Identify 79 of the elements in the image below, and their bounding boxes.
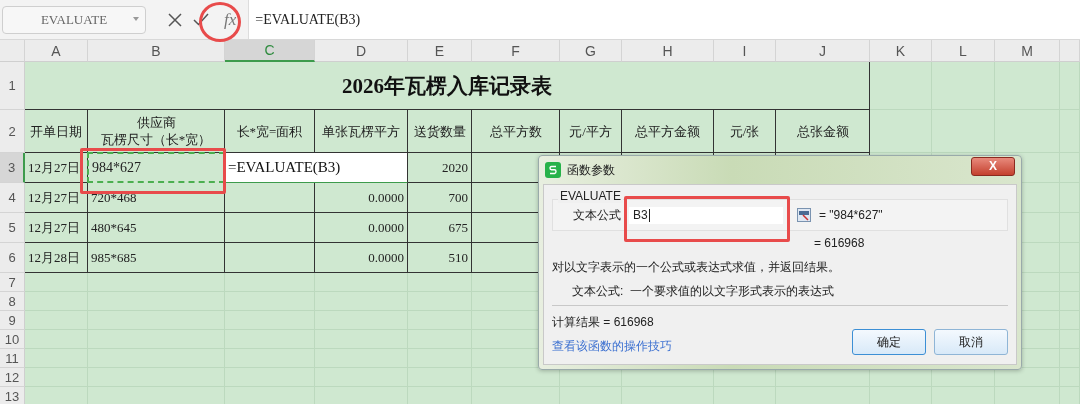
row-header[interactable]: 1 [0, 62, 25, 110]
argument-description: 文本公式: 一个要求值的以文字形式表示的表达式 [572, 282, 834, 300]
insert-function-button[interactable]: fx [222, 9, 239, 30]
dialog-title: 函数参数 [567, 161, 616, 179]
argument-input[interactable]: B3 [629, 206, 783, 224]
table-cell: 12月28日 [28, 248, 80, 267]
column-heading: 总平方数 [489, 122, 542, 140]
table-cell: 675 [448, 219, 468, 236]
column-header[interactable]: F [472, 40, 560, 62]
empty-cell [870, 62, 932, 110]
column-header[interactable]: J [776, 40, 870, 62]
column-header[interactable]: D [315, 40, 408, 62]
function-description: 对以文字表示的一个公式或表达式求值，并返回结果。 [552, 258, 840, 276]
table-cell: 700 [448, 189, 468, 206]
table-cell: 12月27日 [28, 158, 80, 177]
row-header[interactable]: 9 [0, 311, 25, 330]
table-cell: 510 [448, 249, 468, 266]
column-header[interactable]: L [932, 40, 995, 62]
row-header[interactable]: 2 [0, 110, 25, 153]
argument-label: 文本公式 [573, 206, 621, 224]
column-header[interactable]: E [408, 40, 472, 62]
column-heading: 元/张 [729, 122, 760, 140]
table-cell: 0.0000 [368, 249, 404, 266]
name-box[interactable]: EVALUATE [2, 5, 146, 34]
table-cell: 480*645 [91, 219, 137, 236]
column-heading: 总平方金额 [635, 122, 700, 140]
table-cell: 0.0000 [368, 219, 404, 236]
column-heading: 开单日期 [30, 122, 82, 140]
column-heading: 瓦楞尺寸（长*宽） [100, 131, 212, 148]
column-header[interactable]: H [622, 40, 714, 62]
column-header[interactable]: G [560, 40, 622, 62]
row-header[interactable]: 8 [0, 292, 25, 311]
row-header[interactable]: 10 [0, 330, 25, 349]
cancel-button[interactable]: 取消 [934, 329, 1008, 355]
table-cell: 12月27日 [28, 218, 80, 237]
row-header[interactable]: 7 [0, 273, 25, 292]
row-header[interactable]: 11 [0, 349, 25, 368]
column-heading: 总张金额 [796, 122, 849, 140]
column-heading: 单张瓦楞平方 [322, 122, 400, 140]
argument-value: = "984*627" [819, 208, 883, 222]
column-heading: 长*宽=面积 [236, 122, 303, 140]
function-name: EVALUATE [558, 189, 623, 203]
empty-cell [870, 110, 932, 153]
calculation-result: 计算结果 = 616968 [552, 313, 654, 331]
row-header[interactable]: 6 [0, 243, 25, 273]
column-heading: 元/平方 [569, 122, 612, 140]
caret-icon [133, 16, 139, 21]
empty-cell [932, 62, 995, 110]
column-header[interactable]: B [88, 40, 225, 62]
result-preview: = 616968 [814, 236, 865, 250]
highlight-circle [199, 2, 241, 42]
empty-cell [932, 110, 995, 153]
sheet-title: 2026年瓦楞入库记录表 [25, 62, 870, 110]
row-header[interactable]: 3 [0, 153, 25, 183]
empty-cell [995, 110, 1060, 153]
empty-cell [995, 62, 1060, 110]
column-heading: 送货数量 [413, 122, 466, 140]
ok-button[interactable]: 确定 [852, 329, 926, 355]
column-header[interactable]: A [25, 40, 88, 62]
row-header[interactable]: 12 [0, 368, 25, 387]
row-header[interactable]: 13 [0, 387, 25, 404]
table-cell[interactable]: 984*627 [87, 152, 225, 183]
range-select-icon[interactable] [797, 208, 811, 222]
column-header[interactable]: M [995, 40, 1060, 62]
cell-editor[interactable]: =EVALUATE(B3) [225, 153, 408, 183]
close-button[interactable]: X [971, 156, 1015, 176]
help-link[interactable]: 查看该函数的操作技巧 [552, 337, 672, 355]
table-cell: 985*685 [91, 249, 137, 266]
table-cell: 720*468 [91, 189, 137, 206]
column-header[interactable]: K [870, 40, 932, 62]
formula-field[interactable]: =EVALUATE(B3) [248, 0, 1080, 39]
column-heading: 供应商 [136, 114, 176, 131]
row-header[interactable]: 4 [0, 183, 25, 213]
column-header[interactable]: I [714, 40, 776, 62]
table-cell: 0.0000 [368, 189, 404, 206]
table-cell: 12月27日 [28, 188, 80, 207]
row-header[interactable]: 5 [0, 213, 25, 243]
table-cell: 2020 [442, 159, 468, 176]
app-logo-icon [545, 162, 561, 178]
